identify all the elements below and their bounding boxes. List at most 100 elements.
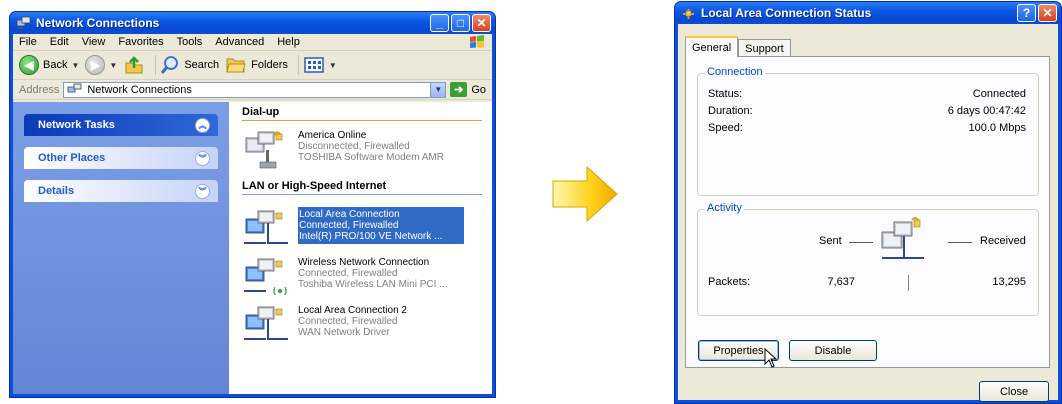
close-label: Close bbox=[999, 385, 1029, 398]
connection-status: Connected, Firewalled bbox=[298, 316, 398, 327]
chevron-double-up-icon[interactable]: ︽ bbox=[195, 117, 210, 133]
sent-label: Sent bbox=[819, 235, 842, 247]
chevron-down-icon: ▼ bbox=[71, 60, 80, 70]
chevron-down-icon: ▼ bbox=[109, 60, 118, 70]
speed-label: Speed: bbox=[708, 122, 743, 134]
received-line bbox=[948, 242, 972, 243]
connection-status: Connected, Firewalled bbox=[299, 220, 399, 231]
mouse-cursor-icon bbox=[764, 348, 778, 368]
connections-list: Dial-up America Online Disconnected, Fir… bbox=[229, 102, 492, 394]
connection-device: Toshiba Wireless LAN Mini PCI ... bbox=[298, 279, 448, 290]
network-connections-icon bbox=[67, 83, 82, 92]
menu-file[interactable]: File bbox=[19, 36, 37, 48]
connection-device: Intel(R) PRO/100 VE Network ... bbox=[299, 231, 443, 242]
views-button[interactable]: ▼ bbox=[303, 56, 337, 74]
minimize-button[interactable]: _ bbox=[430, 14, 449, 32]
network-connections-icon bbox=[16, 16, 31, 29]
chevron-double-down-icon[interactable]: ︾ bbox=[195, 150, 210, 166]
go-arrow-icon: ➔ bbox=[450, 82, 468, 97]
status-row: Status: Connected bbox=[708, 88, 1026, 102]
group-heading-dialup: Dial-up bbox=[242, 106, 482, 121]
activity-group: Activity Sent Received Packets: 7,637 13… bbox=[697, 202, 1039, 316]
wireless-connection-icon bbox=[244, 258, 287, 296]
forward-arrow-icon: ▶ bbox=[85, 55, 106, 75]
menu-help[interactable]: Help bbox=[277, 36, 300, 48]
connection-name: Local Area Connection bbox=[299, 209, 400, 220]
connection-legend: Connection bbox=[705, 66, 765, 78]
network-activity-icon bbox=[881, 217, 924, 259]
received-label: Received bbox=[980, 235, 1026, 247]
connection-text: Local Area Connection Connected, Firewal… bbox=[298, 207, 464, 244]
task-network-tasks[interactable]: Network Tasks ︽ bbox=[24, 114, 218, 136]
task-other-places[interactable]: Other Places ︾ bbox=[24, 147, 218, 169]
connection-name: America Online bbox=[298, 130, 367, 141]
menu-view[interactable]: View bbox=[82, 36, 106, 48]
toolbar: ◀ Back ▼ ▶ ▼ Search Folders ▼ bbox=[13, 51, 492, 80]
connection-item[interactable]: America Online Disconnected, Firewalled … bbox=[242, 128, 492, 180]
connection-status-window: Local Area Connection Status ? ✕ General… bbox=[674, 1, 1062, 404]
views-icon bbox=[304, 57, 324, 73]
menu-advanced[interactable]: Advanced bbox=[215, 36, 264, 48]
search-icon bbox=[161, 56, 179, 74]
status-label: Status: bbox=[708, 88, 743, 100]
go-button[interactable]: ➔ Go bbox=[450, 82, 486, 97]
close-dialog-button[interactable]: Close bbox=[979, 381, 1049, 402]
search-button[interactable]: Search bbox=[160, 55, 219, 75]
windows-logo-icon bbox=[470, 35, 484, 48]
tab-general[interactable]: General bbox=[685, 36, 739, 57]
connection-text: Wireless Network Connection Connected, F… bbox=[298, 255, 448, 290]
menu-bar: File Edit View Favorites Tools Advanced … bbox=[13, 34, 492, 51]
packets-sent-value: 7,637 bbox=[827, 276, 855, 288]
address-dropdown-button[interactable]: ▼ bbox=[430, 82, 446, 97]
activity-legend: Activity bbox=[705, 202, 744, 214]
chevron-double-down-icon[interactable]: ︾ bbox=[195, 183, 210, 199]
network-connections-window: Network Connections _ □ ✕ File Edit View… bbox=[9, 11, 496, 398]
connection-item[interactable]: Wireless Network Connection Connected, F… bbox=[242, 255, 492, 303]
help-button[interactable]: ? bbox=[1017, 4, 1036, 22]
window-title: Network Connections bbox=[36, 16, 160, 30]
disable-label: Disable bbox=[814, 344, 852, 357]
folders-button[interactable]: Folders bbox=[225, 56, 288, 74]
task-details[interactable]: Details ︾ bbox=[24, 180, 218, 202]
properties-label: Properties bbox=[713, 344, 764, 357]
back-arrow-icon: ◀ bbox=[19, 55, 39, 75]
address-value: Network Connections bbox=[87, 83, 192, 96]
duration-label: Duration: bbox=[708, 105, 753, 117]
title-bar[interactable]: Local Area Connection Status ? ✕ bbox=[675, 2, 1061, 24]
connection-text: America Online Disconnected, Firewalled … bbox=[298, 128, 444, 163]
tab-strip: General Support bbox=[685, 36, 791, 57]
toolbar-separator bbox=[155, 55, 157, 75]
right-arrow-icon bbox=[552, 165, 618, 223]
packets-received-value: 13,295 bbox=[992, 276, 1026, 288]
up-folder-button[interactable] bbox=[123, 54, 145, 76]
connection-device: WAN Network Driver bbox=[298, 327, 390, 338]
maximize-button[interactable]: □ bbox=[451, 14, 470, 32]
close-button[interactable]: ✕ bbox=[472, 14, 491, 32]
task-pane: Network Tasks ︽ Other Places ︾ Details ︾ bbox=[13, 102, 229, 394]
menu-tools[interactable]: Tools bbox=[177, 36, 203, 48]
title-bar[interactable]: Network Connections _ □ ✕ bbox=[10, 12, 495, 34]
address-input[interactable]: Network Connections ▼ bbox=[63, 81, 447, 98]
close-button[interactable]: ✕ bbox=[1038, 4, 1057, 22]
forward-button[interactable]: ▶ ▼ bbox=[85, 55, 117, 75]
search-label: Search bbox=[184, 59, 220, 71]
connection-item-selected[interactable]: Local Area Connection Connected, Firewal… bbox=[242, 207, 492, 255]
status-value: Connected bbox=[972, 88, 1026, 100]
task-label: Network Tasks bbox=[38, 119, 115, 131]
up-folder-icon bbox=[125, 56, 143, 74]
window-title: Local Area Connection Status bbox=[701, 6, 872, 20]
speed-value: 100.0 Mbps bbox=[968, 122, 1026, 134]
connection-item[interactable]: Local Area Connection 2 Connected, Firew… bbox=[242, 303, 492, 351]
sent-line bbox=[849, 242, 873, 243]
connection-status: Disconnected, Firewalled bbox=[298, 141, 410, 152]
content-area: Network Tasks ︽ Other Places ︾ Details ︾… bbox=[13, 102, 492, 394]
speed-row: Speed: 100.0 Mbps bbox=[708, 122, 1026, 136]
tab-panel: Connection Status: Connected Duration: 6… bbox=[685, 56, 1050, 368]
menu-favorites[interactable]: Favorites bbox=[118, 36, 163, 48]
menu-edit[interactable]: Edit bbox=[50, 36, 69, 48]
disable-button[interactable]: Disable bbox=[789, 340, 877, 361]
connection-group: Connection Status: Connected Duration: 6… bbox=[697, 66, 1039, 196]
task-label: Other Places bbox=[38, 152, 106, 164]
tab-support[interactable]: Support bbox=[738, 39, 791, 57]
back-button[interactable]: ◀ Back ▼ bbox=[19, 55, 79, 75]
